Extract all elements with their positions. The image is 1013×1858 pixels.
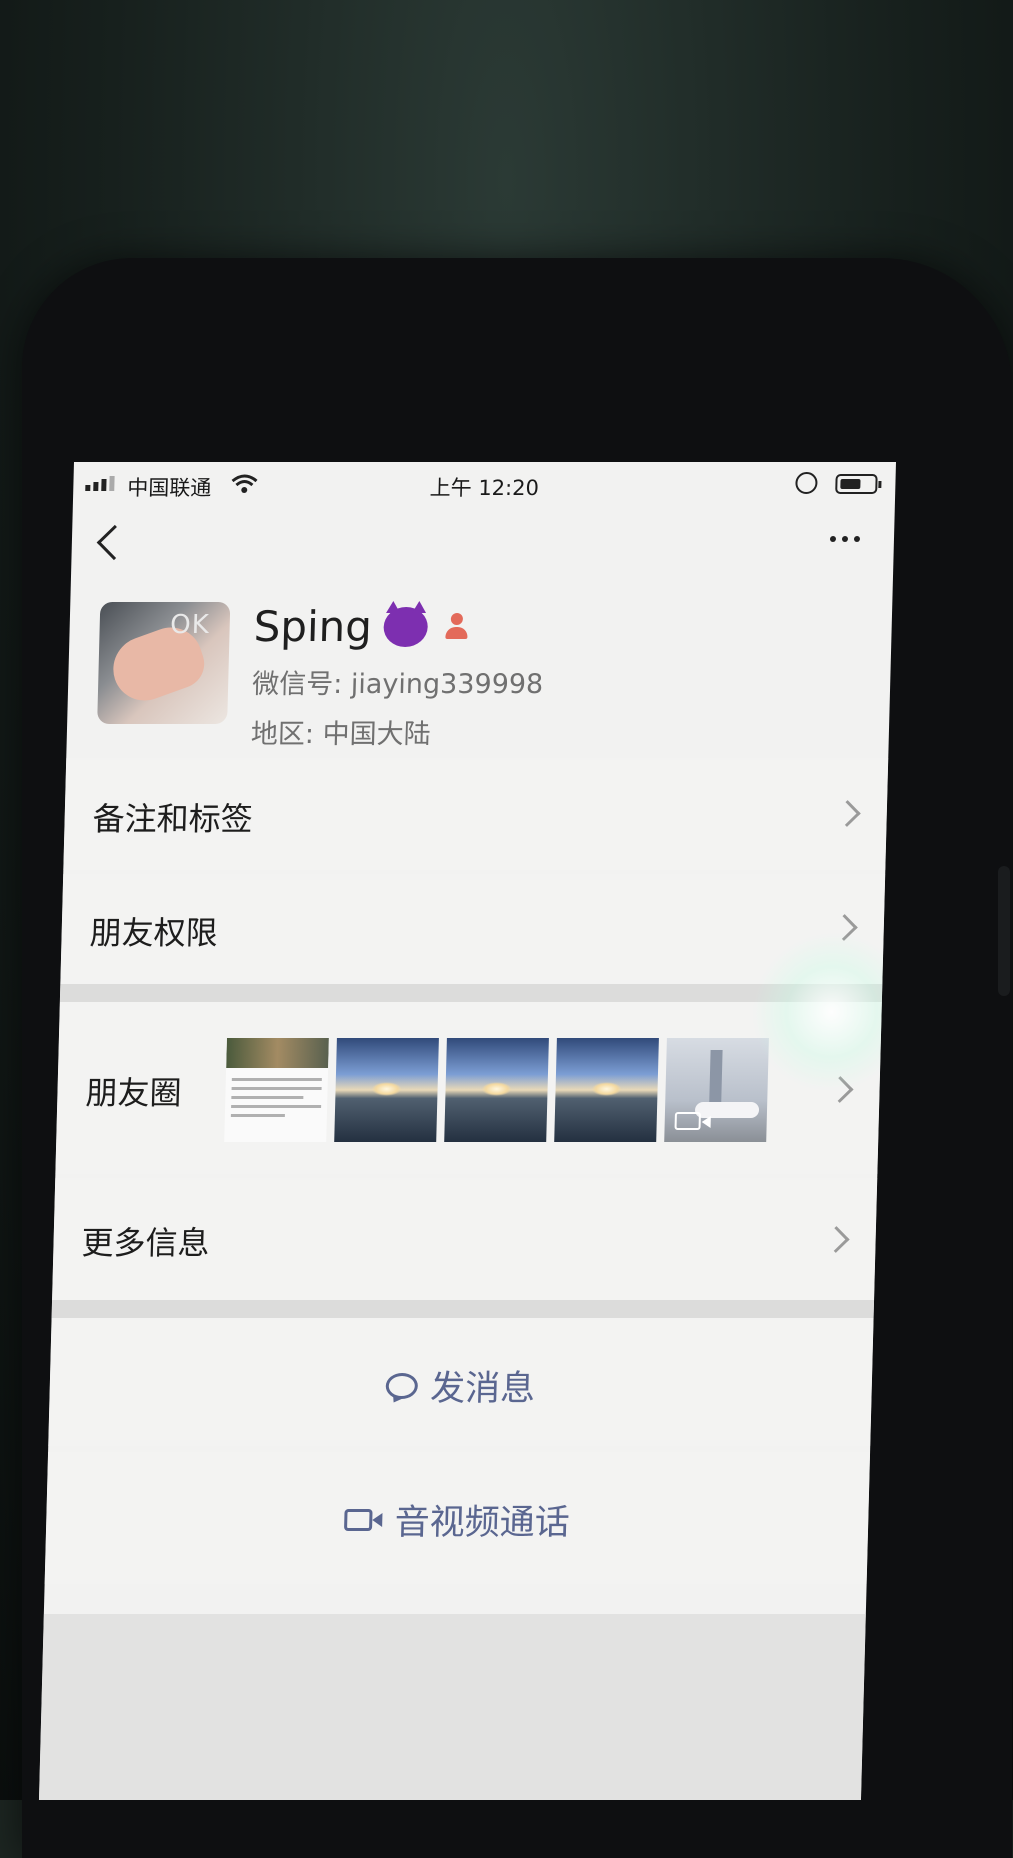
moments-thumb-article [224, 1038, 329, 1142]
more-info-cell[interactable]: 更多信息 [52, 1178, 878, 1300]
wechat-id: 微信号: jiaying339998 [251, 669, 544, 700]
moments-label: 朋友圈 [84, 1074, 182, 1112]
remarks-tags-label: 备注和标签 [92, 800, 254, 838]
moments-thumb-sunset [444, 1038, 549, 1142]
video-call-button[interactable]: 音视频通话 [44, 1452, 871, 1584]
clock: 上午 12:20 [429, 476, 540, 500]
remarks-tags-cell[interactable]: 备注和标签 [63, 758, 889, 870]
region: 地区: 中国大陆 [250, 719, 431, 750]
name-row: Sping [253, 602, 469, 651]
status-bar: 中国联通 上午 12:20 [73, 462, 896, 510]
chevron-right-icon [833, 800, 861, 827]
profile-name: Sping [253, 602, 373, 651]
moments-thumb-video [664, 1038, 769, 1142]
video-call-label: 音视频通话 [394, 1503, 571, 1543]
send-message-label: 发消息 [429, 1369, 536, 1409]
avatar-text: OK [169, 610, 211, 640]
section-divider [51, 1300, 875, 1318]
battery-icon [835, 474, 878, 494]
moments-thumb-sunset [334, 1038, 439, 1142]
phone-screen: 中国联通 上午 12:20 OK Sping 微信号: jiaying33999… [38, 462, 896, 1800]
friend-permissions-cell[interactable]: 朋友权限 [60, 874, 886, 984]
avatar[interactable]: OK [97, 602, 231, 724]
friend-permissions-label: 朋友权限 [89, 914, 219, 952]
female-icon [445, 612, 469, 641]
chat-icon [385, 1372, 419, 1399]
more-icon[interactable] [829, 536, 861, 542]
bottom-area [38, 1614, 866, 1800]
send-message-button[interactable]: 发消息 [48, 1318, 874, 1446]
profile-header: OK Sping 微信号: jiaying339998 地区: 中国大陆 [66, 580, 892, 750]
moments-thumbnails [224, 1038, 769, 1142]
back-icon[interactable] [96, 524, 133, 561]
camera-icon [344, 1508, 374, 1531]
moments-thumb-sunset [554, 1038, 659, 1142]
video-icon [674, 1112, 701, 1130]
chevron-right-icon [822, 1226, 850, 1253]
more-info-label: 更多信息 [81, 1224, 211, 1262]
side-button [998, 866, 1010, 996]
devil-icon [383, 606, 429, 647]
nav-bar [71, 510, 895, 580]
